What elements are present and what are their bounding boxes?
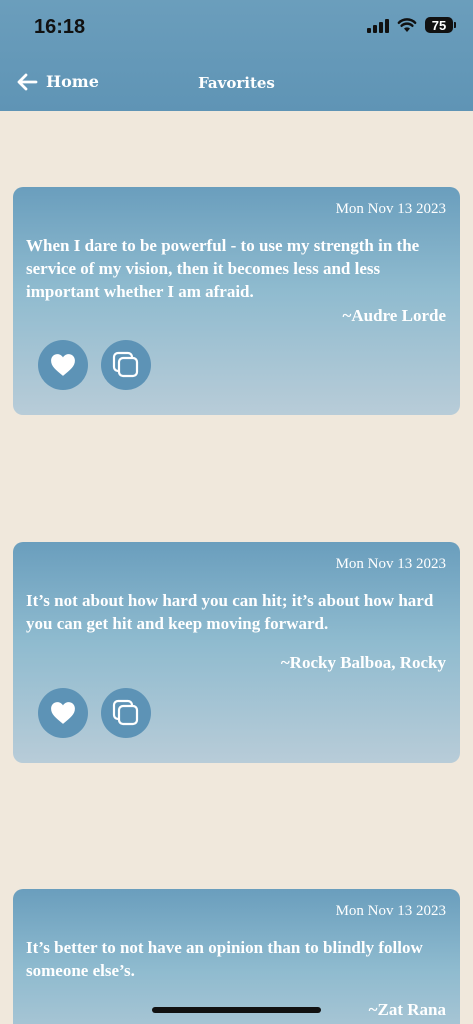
card-date: Mon Nov 13 2023 (335, 903, 446, 919)
like-button[interactable] (38, 340, 88, 390)
like-button[interactable] (38, 688, 88, 738)
header: 16:18 75 Home Favorites (0, 0, 473, 111)
favorite-card: Mon Nov 13 2023 It’s better to not have … (13, 889, 460, 1024)
card-quote: When I dare to be powerful - to use my s… (26, 236, 420, 301)
favorite-card: Mon Nov 13 2023 It’s not about how hard … (13, 542, 460, 763)
status-indicators: 75 (367, 17, 456, 33)
heart-icon (51, 702, 75, 724)
wifi-icon (397, 17, 417, 32)
card-date: Mon Nov 13 2023 (335, 556, 446, 572)
status-time: 16:18 (34, 16, 86, 38)
copy-button[interactable] (101, 340, 151, 390)
card-author: ~Zat Rana (368, 1000, 446, 1019)
battery-icon: 75 (425, 17, 456, 33)
card-quote: It’s not about how hard you can hit; it’… (26, 591, 434, 633)
card-date: Mon Nov 13 2023 (335, 201, 446, 217)
favorite-card: Mon Nov 13 2023 When I dare to be powerf… (13, 187, 460, 415)
card-author: ~Audre Lorde (342, 306, 446, 325)
copy-icon (112, 699, 139, 726)
copy-icon (112, 351, 139, 378)
copy-button[interactable] (101, 688, 151, 738)
heart-icon (51, 354, 75, 376)
card-author: ~Rocky Balboa, Rocky (280, 653, 446, 672)
page-title: Favorites (198, 74, 275, 92)
favorites-screen: 16:18 75 Home Favorites Mon Nov 13 2023 … (0, 0, 473, 1024)
card-quote: It’s better to not have an opinion than … (26, 938, 423, 980)
cellular-signal-icon (367, 17, 389, 33)
home-indicator[interactable] (152, 1007, 321, 1013)
